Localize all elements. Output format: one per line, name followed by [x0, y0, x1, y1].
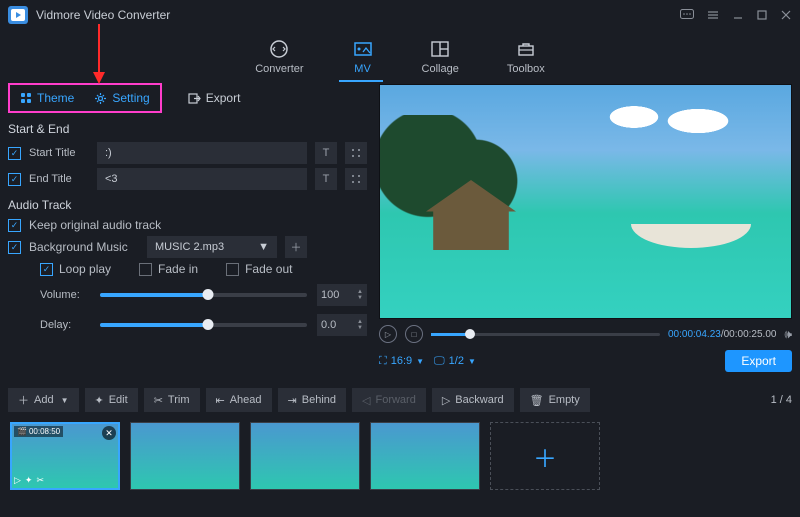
- thumbnail-2[interactable]: [130, 422, 240, 490]
- minimize-icon[interactable]: [732, 9, 744, 21]
- ahead-icon: ⇤: [216, 394, 225, 407]
- end-title-input[interactable]: [97, 168, 307, 190]
- tab-export[interactable]: Export: [178, 84, 251, 112]
- maximize-icon[interactable]: [756, 9, 768, 21]
- volume-value[interactable]: 100▲▼: [317, 284, 367, 306]
- add-thumbnail-button[interactable]: ＋: [490, 422, 600, 490]
- start-title-label: Start Title: [29, 147, 89, 159]
- volume-label: Volume:: [40, 289, 90, 301]
- checkbox-end-title[interactable]: ✓: [8, 173, 21, 186]
- bg-music-label: Background Music: [29, 240, 139, 254]
- forward-icon: ◁: [362, 394, 370, 407]
- close-icon[interactable]: [780, 9, 792, 21]
- gear-icon: [94, 92, 107, 105]
- behind-icon: ⇥: [288, 394, 297, 407]
- backward-icon: ▷: [442, 394, 450, 407]
- trim-button[interactable]: ✂Trim: [144, 388, 200, 412]
- preview-video[interactable]: [379, 84, 792, 319]
- behind-button[interactable]: ⇥Behind: [278, 388, 346, 412]
- aspect-icon: ⛶: [379, 355, 387, 368]
- play-button[interactable]: ▷: [379, 325, 397, 343]
- section-audio: Audio Track: [8, 198, 367, 212]
- trash-icon: 🗑: [530, 394, 544, 407]
- checkbox-bg-music[interactable]: ✓: [8, 241, 21, 254]
- stop-button[interactable]: □: [405, 325, 423, 343]
- nav-active-indicator: [339, 80, 383, 82]
- converter-icon: [268, 38, 290, 60]
- wand-icon: ✦: [95, 394, 104, 407]
- menu-icon[interactable]: [706, 9, 720, 21]
- ahead-button[interactable]: ⇤Ahead: [206, 388, 272, 412]
- nav-toolbox[interactable]: Toolbox: [507, 38, 545, 75]
- delay-value[interactable]: 0.0▲▼: [317, 314, 367, 336]
- app-logo: [8, 6, 28, 24]
- grid-button-2[interactable]: [345, 168, 367, 190]
- backward-button[interactable]: ▷Backward: [432, 388, 514, 412]
- add-button[interactable]: ＋Add▼: [8, 388, 79, 412]
- scale-select[interactable]: 🖵1/2 ▼: [434, 355, 476, 368]
- scissors-icon: ✂: [154, 394, 163, 407]
- thumb-edit-icon[interactable]: ✦: [25, 475, 33, 486]
- checkbox-loop[interactable]: ✓: [40, 263, 53, 276]
- monitor-icon: 🖵: [434, 355, 445, 368]
- progress-bar[interactable]: [431, 333, 660, 336]
- checkbox-fadeout[interactable]: ✓: [226, 263, 239, 276]
- export-icon: [188, 92, 201, 105]
- end-title-label: End Title: [29, 173, 89, 185]
- thumbnail-strip: 🎬00:08:50 ✕ ▷ ✦✂ ＋: [0, 416, 800, 496]
- feedback-icon[interactable]: [680, 9, 694, 21]
- chevron-down-icon: ▼: [258, 241, 269, 253]
- tab-theme[interactable]: Theme: [10, 84, 84, 112]
- export-button[interactable]: Export: [725, 350, 792, 372]
- page-indicator: 1 / 4: [771, 394, 792, 406]
- mv-icon: [352, 38, 374, 60]
- settings-panel: Theme Setting Export Start & End ✓ Start…: [0, 82, 375, 378]
- toolbox-icon: [515, 38, 537, 60]
- thumbnail-4[interactable]: [370, 422, 480, 490]
- plus-icon: ＋: [18, 392, 29, 408]
- empty-button[interactable]: 🗑Empty: [520, 388, 590, 412]
- collage-icon: [429, 38, 451, 60]
- main-nav: Converter MV Collage Toolbox: [0, 30, 800, 82]
- tab-setting[interactable]: Setting: [84, 84, 159, 112]
- aspect-ratio-select[interactable]: ⛶16:9 ▼: [379, 355, 424, 368]
- clip-toolbar: ＋Add▼ ✦Edit ✂Trim ⇤Ahead ⇥Behind ◁Forwar…: [0, 384, 800, 416]
- annotation-highlight: Theme Setting: [8, 83, 162, 113]
- forward-button[interactable]: ◁Forward: [352, 388, 426, 412]
- checkbox-fadein[interactable]: ✓: [139, 263, 152, 276]
- keep-audio-label: Keep original audio track: [29, 218, 161, 232]
- font-button[interactable]: T: [315, 142, 337, 164]
- clip-icon: 🎬: [17, 427, 27, 436]
- volume-slider[interactable]: [100, 293, 307, 297]
- thumb-play-icon[interactable]: ▷: [14, 475, 21, 486]
- app-title: Vidmore Video Converter: [36, 8, 170, 22]
- nav-mv[interactable]: MV: [352, 38, 374, 75]
- bg-music-select[interactable]: MUSIC 2.mp3 ▼: [147, 236, 277, 258]
- thumbnail-1[interactable]: 🎬00:08:50 ✕ ▷ ✦✂: [10, 422, 120, 490]
- add-music-button[interactable]: ＋: [285, 236, 307, 258]
- delay-slider[interactable]: [100, 323, 307, 327]
- theme-icon: [20, 92, 32, 104]
- checkbox-start-title[interactable]: ✓: [8, 147, 21, 160]
- thumb-trim-icon[interactable]: ✂: [36, 475, 44, 486]
- checkbox-keep-audio[interactable]: ✓: [8, 219, 21, 232]
- titlebar: Vidmore Video Converter: [0, 0, 800, 30]
- start-title-input[interactable]: [97, 142, 307, 164]
- time-display: 00:00:04.23/00:00:25.00: [668, 329, 776, 340]
- section-start-end: Start & End: [8, 122, 367, 136]
- duration-badge: 🎬00:08:50: [14, 426, 63, 437]
- font-button-2[interactable]: T: [315, 168, 337, 190]
- preview-panel: ▷ □ 00:00:04.23/00:00:25.00 🕪 ⛶16:9 ▼ 🖵1…: [375, 82, 800, 378]
- delay-label: Delay:: [40, 319, 90, 331]
- thumbnail-3[interactable]: [250, 422, 360, 490]
- volume-icon[interactable]: 🕪: [784, 327, 792, 342]
- edit-button[interactable]: ✦Edit: [85, 388, 138, 412]
- remove-thumb-button[interactable]: ✕: [102, 426, 116, 440]
- nav-collage[interactable]: Collage: [422, 38, 459, 75]
- grid-button[interactable]: [345, 142, 367, 164]
- nav-converter[interactable]: Converter: [255, 38, 303, 75]
